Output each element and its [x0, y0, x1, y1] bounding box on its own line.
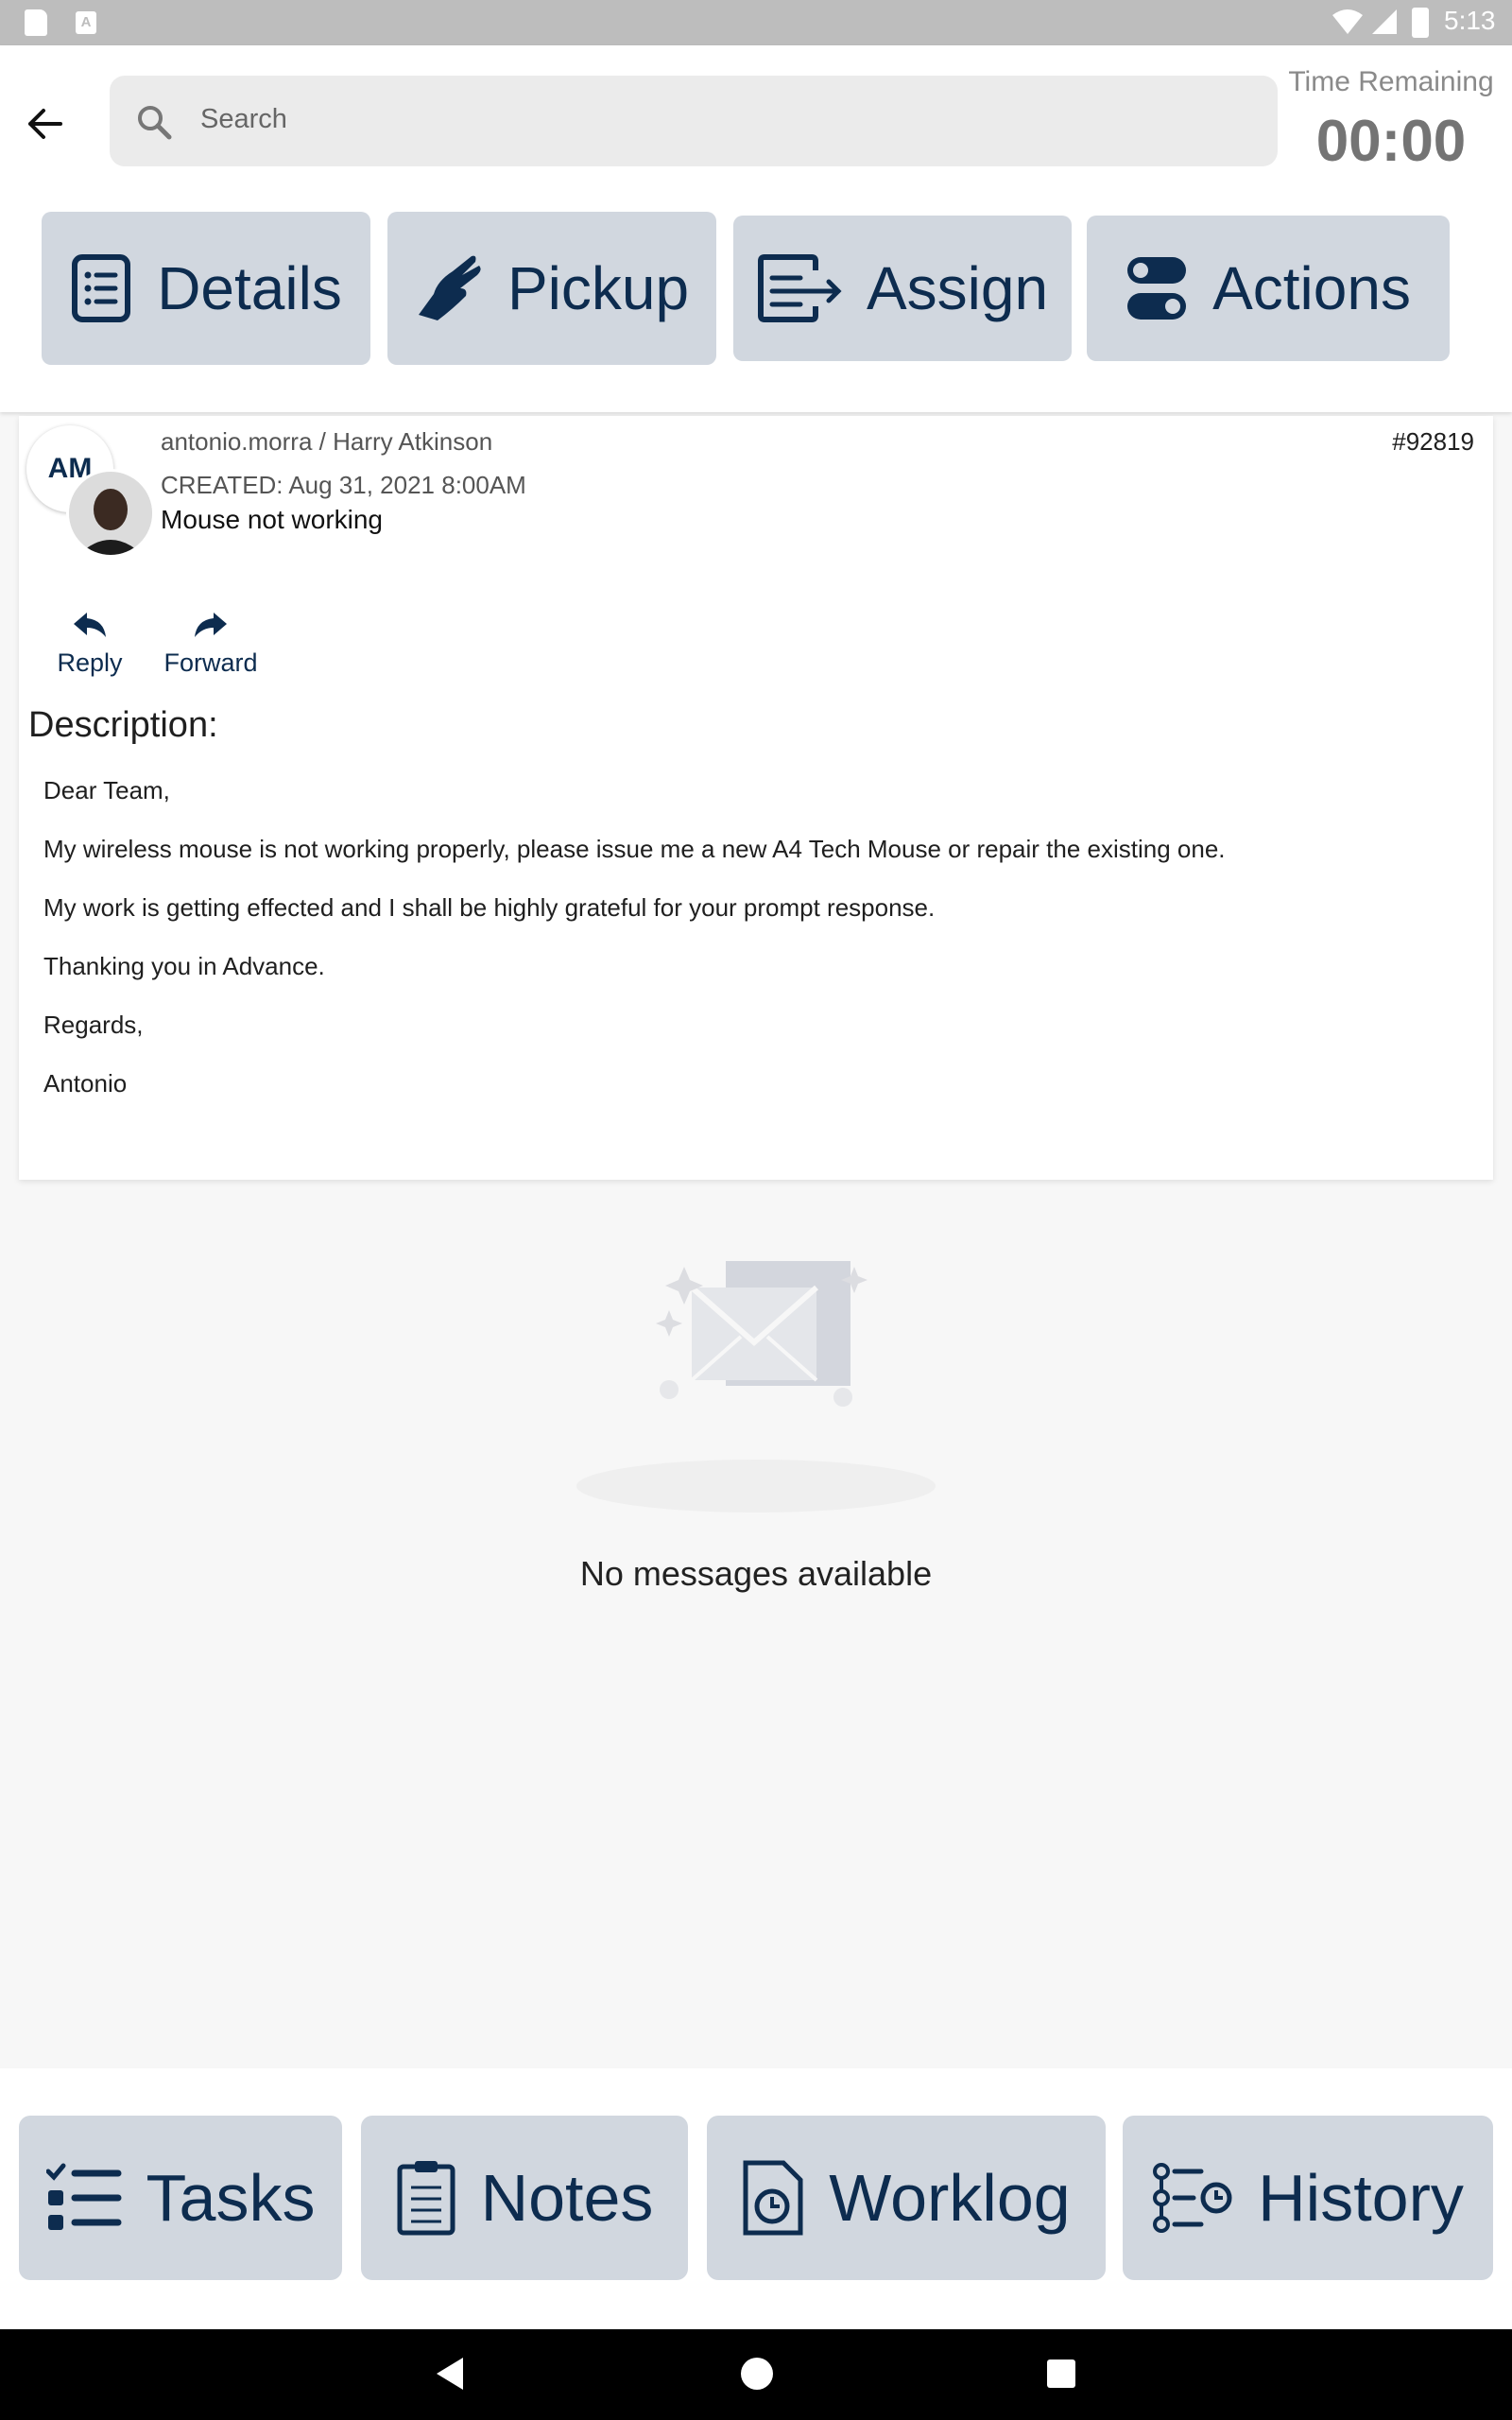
reply-icon	[74, 613, 106, 637]
arrow-left-icon	[28, 109, 62, 139]
file-clock-icon	[743, 2160, 803, 2236]
description-line: My wireless mouse is not working properl…	[43, 835, 1226, 863]
assign-label: Assign	[866, 254, 1049, 322]
status-clock: 5:13	[1444, 6, 1496, 35]
history-timeline-icon	[1153, 2163, 1232, 2233]
tasks-label: Tasks	[146, 2161, 316, 2235]
signal-icon	[1372, 9, 1397, 34]
actions-button[interactable]: Actions	[1087, 216, 1450, 361]
ticket-created: CREATED: Aug 31, 2021 8:00AM	[161, 471, 526, 499]
assign-button[interactable]: Assign	[733, 216, 1072, 361]
pickup-button[interactable]: Pickup	[387, 212, 716, 365]
history-label: History	[1258, 2161, 1464, 2235]
clipboard-notes-icon	[397, 2161, 455, 2236]
ticket-subject: Mouse not working	[161, 505, 384, 534]
ticket-header: Search Time Remaining 00:00 Details Pick…	[0, 45, 1512, 412]
bottom-tab-bar: Tasks Notes Worklog History	[0, 2068, 1512, 2329]
tab-tasks[interactable]: Tasks	[19, 2116, 342, 2280]
description-line: Thanking you in Advance.	[43, 952, 325, 980]
wifi-icon	[1332, 9, 1363, 34]
reply-label: Reply	[57, 648, 123, 677]
system-nav-bar	[0, 2329, 1512, 2420]
worklog-label: Worklog	[829, 2161, 1071, 2235]
description-line: Antonio	[43, 1069, 128, 1098]
search-placeholder: Search	[200, 104, 287, 134]
nav-home-icon[interactable]	[741, 2358, 773, 2390]
ticket-card: AM antonio.morra / Harry Atkinson #92819…	[19, 416, 1493, 1180]
ticket-users: antonio.morra / Harry Atkinson	[161, 427, 493, 456]
search-icon	[138, 106, 172, 140]
details-button[interactable]: Details	[42, 212, 370, 365]
description-line: My work is getting effected and I shall …	[43, 893, 936, 922]
sd-card-icon	[25, 9, 47, 36]
document-list-icon	[72, 254, 131, 322]
description-line: Regards,	[43, 1011, 144, 1039]
pickup-label: Pickup	[507, 254, 690, 322]
nav-back-icon[interactable]	[435, 2356, 465, 2392]
empty-mailbox-illustration	[576, 1261, 936, 1512]
checklist-icon	[45, 2163, 122, 2230]
no-messages-text: No messages available	[579, 1554, 933, 1593]
search-input[interactable]: Search	[110, 76, 1278, 166]
assignee-avatar	[66, 469, 155, 558]
ticket-id: #92819	[1392, 427, 1474, 456]
hand-pickup-icon	[418, 255, 481, 320]
a-notification-icon: A	[76, 11, 96, 34]
tab-history[interactable]: History	[1123, 2116, 1493, 2280]
tab-worklog[interactable]: Worklog	[707, 2116, 1106, 2280]
forward-button[interactable]: Forward	[159, 605, 263, 690]
battery-icon	[1412, 8, 1429, 38]
actions-label: Actions	[1212, 254, 1411, 322]
time-remaining-value: 00:00	[1315, 109, 1467, 174]
notes-label: Notes	[480, 2161, 654, 2235]
assign-arrow-icon	[757, 254, 842, 322]
status-bar: A 5:13	[0, 0, 1512, 45]
tab-notes[interactable]: Notes	[361, 2116, 688, 2280]
reply-button[interactable]: Reply	[38, 605, 142, 690]
forward-label: Forward	[163, 648, 258, 677]
forward-icon	[195, 613, 227, 637]
description-title: Description:	[28, 705, 218, 745]
description-line: Dear Team,	[43, 776, 170, 804]
back-button[interactable]	[21, 100, 68, 147]
time-remaining-label: Time Remaining	[1288, 66, 1494, 97]
details-label: Details	[157, 254, 342, 322]
nav-recents-icon[interactable]	[1047, 2360, 1075, 2388]
description-body: Dear Team, My wireless mouse is not work…	[43, 773, 1461, 1125]
person-photo-icon	[69, 472, 152, 555]
toggles-icon	[1127, 257, 1187, 320]
